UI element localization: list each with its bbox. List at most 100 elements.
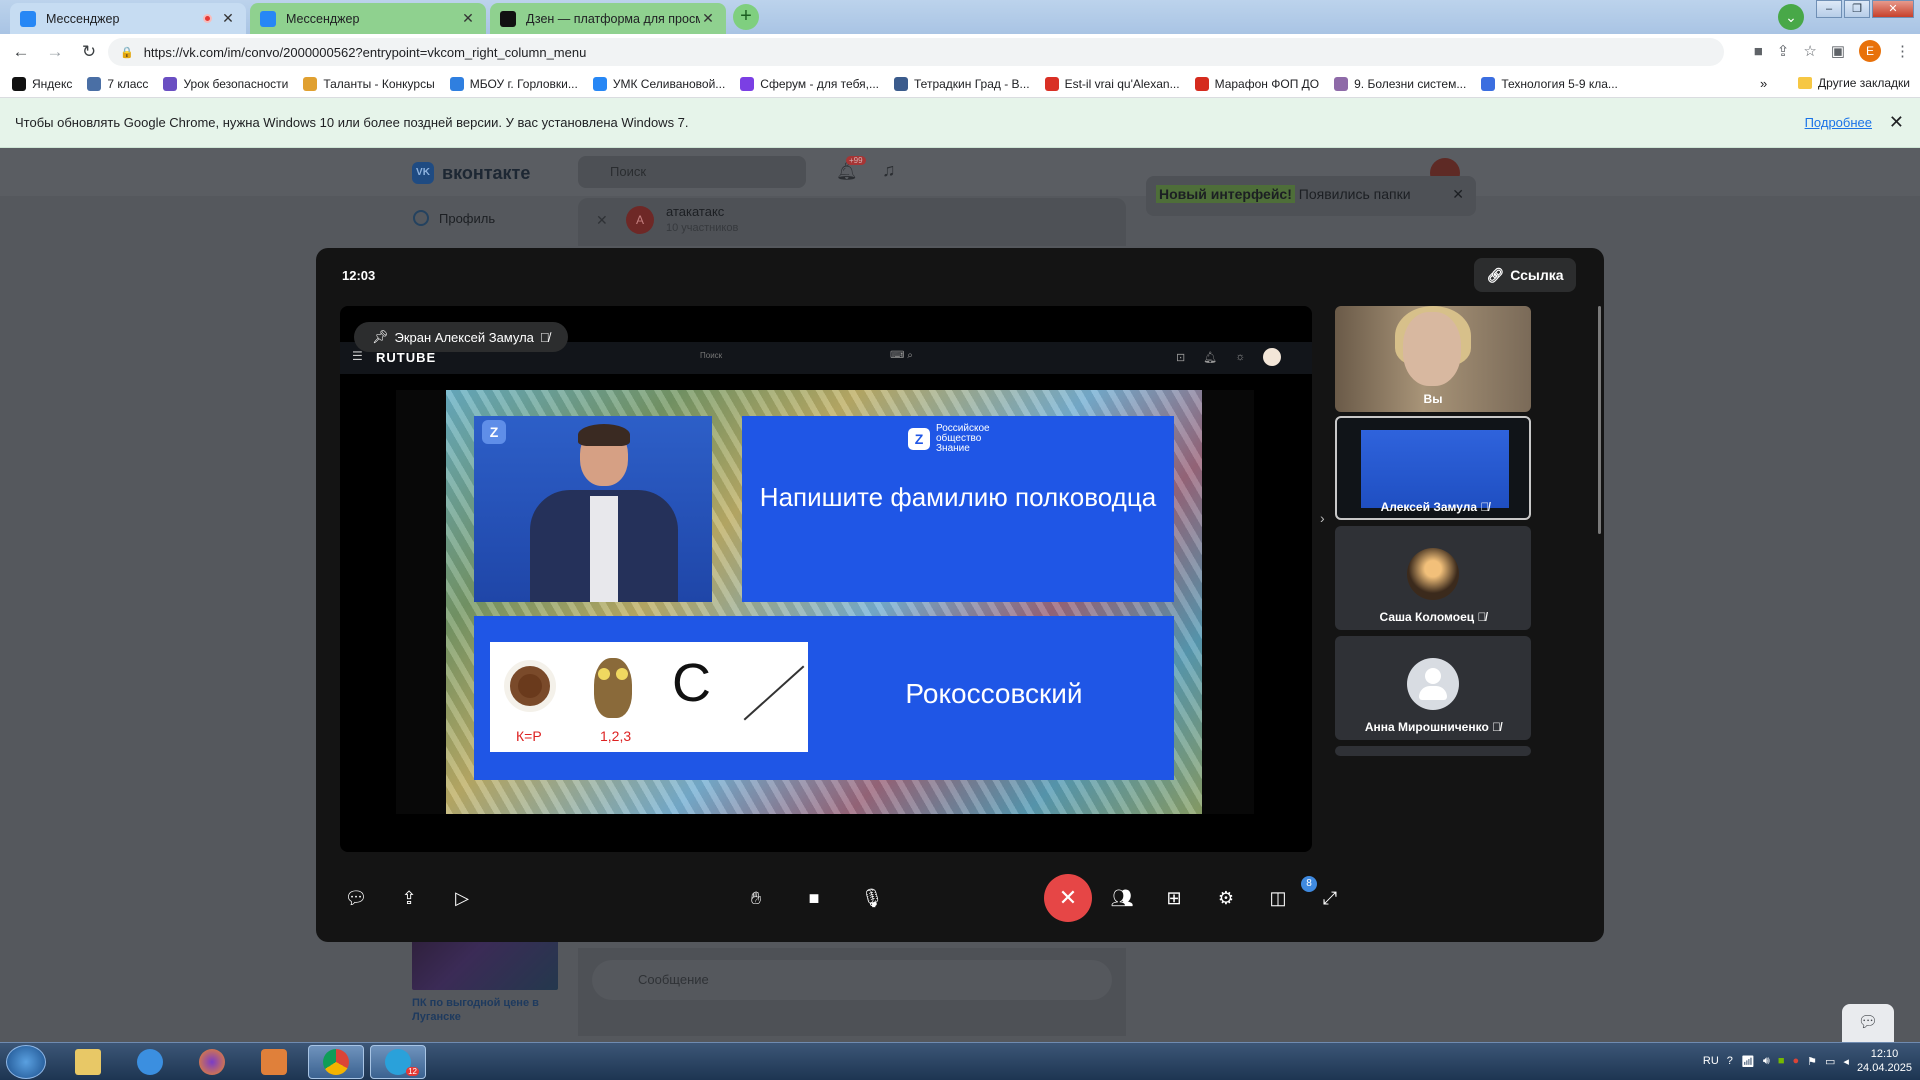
message-input[interactable]: Сообщение (592, 960, 1112, 1000)
bookmark-item[interactable]: Марафон ФОП ДО (1194, 76, 1320, 91)
close-notice-icon[interactable]: ✕ (1452, 186, 1464, 203)
folder-icon (1798, 77, 1813, 89)
volume-icon[interactable]: 🔊︎ (1763, 1055, 1770, 1068)
firefox-icon (199, 1049, 225, 1075)
bookmark-star-icon[interactable]: ☆ (1803, 42, 1816, 60)
bookmark-label: Тетрадкин Град - В... (914, 76, 1030, 91)
chrome-taskbar-button[interactable] (308, 1045, 364, 1079)
participant-tile-screen[interactable]: Алексей Замула 🎙̸ (1335, 416, 1531, 520)
infobar-message: Чтобы обновлять Google Chrome, нужна Win… (15, 115, 689, 130)
tab-messenger-1[interactable]: Мессенджер ✕ (10, 3, 246, 34)
chat-bubble-button[interactable]: 💬︎ (1842, 1004, 1894, 1042)
participant-tile[interactable] (1335, 746, 1531, 756)
tab-dzen[interactable]: Дзен — платформа для просмо ✕ (490, 3, 726, 34)
participant-tile-self[interactable]: Вы (1335, 306, 1531, 412)
infobar-more-link[interactable]: Подробнее (1805, 115, 1872, 130)
help-icon[interactable]: ? (1727, 1055, 1733, 1067)
hang-up-button[interactable]: ✕ (1044, 874, 1092, 922)
microphone-icon[interactable]: 🎙︎ (854, 880, 890, 916)
bookmark-item[interactable]: Est-il vrai qu'Alexan... (1044, 76, 1180, 91)
participant-tile[interactable]: Анна Мирошниченко 🎙̸ (1335, 636, 1531, 740)
close-window-icon[interactable]: ✕ (1872, 0, 1914, 18)
participants-icon[interactable]: 👥︎ (1104, 880, 1140, 916)
participants-scrollbar[interactable] (1598, 306, 1601, 534)
bookmark-item[interactable]: УМК Селивановой... (592, 76, 725, 91)
chevron-right-icon[interactable]: › (1320, 510, 1325, 526)
bookmark-item[interactable]: МБОУ г. Горловки... (449, 76, 578, 91)
participant-tile[interactable]: Саша Коломоец 🎙̸ (1335, 526, 1531, 630)
answer-panel: С К=Р 1,2,3 Рокоссовский (474, 616, 1174, 780)
chat-avatar: А (626, 206, 654, 234)
music-icon[interactable]: ♫ (882, 160, 896, 181)
flag-icon[interactable]: ⚑ (1807, 1055, 1817, 1068)
bookmark-label: Марафон ФОП ДО (1214, 76, 1320, 91)
tab-search-button[interactable]: ⌄ (1778, 4, 1804, 30)
close-chat-icon[interactable]: ✕ (596, 212, 608, 229)
bookmark-item[interactable]: 9. Болезни систем... (1334, 76, 1466, 91)
ie-taskbar-button[interactable] (122, 1045, 178, 1079)
menu-kebab-icon[interactable]: ⋮ (1895, 42, 1910, 60)
layout-icon[interactable]: ◫ (1260, 880, 1296, 916)
bookmark-item[interactable]: Таланты - Конкурсы (303, 76, 435, 91)
profile-avatar[interactable]: E (1859, 40, 1881, 62)
bookmark-item[interactable]: 7 класс (87, 76, 148, 91)
bell-icon[interactable]: 🔔︎ (836, 162, 858, 182)
mic-muted-icon: 🎙̸ (539, 329, 550, 345)
bookmark-item[interactable]: Урок безопасности (163, 76, 288, 91)
new-tab-button[interactable]: + (733, 4, 759, 30)
minimize-icon[interactable]: – (1816, 0, 1842, 18)
url-text: https://vk.com/im/convo/2000000562?entry… (143, 44, 587, 60)
settings-gear-icon[interactable]: ⚙︎ (1208, 880, 1244, 916)
clock[interactable]: 12:10 24.04.2025 (1857, 1047, 1912, 1075)
effects-icon[interactable]: ▷ (444, 880, 480, 916)
chrome-tray-icon[interactable]: ● (1792, 1055, 1799, 1067)
bookmark-item[interactable]: Сферум - для тебя,... (740, 76, 879, 91)
bookmarks-overflow-button[interactable]: » (1760, 76, 1767, 91)
other-bookmarks-folder[interactable]: Другие закладки (1798, 76, 1910, 90)
maximize-icon[interactable]: ❐ (1844, 0, 1870, 18)
share-screen-icon[interactable]: ⇪ (391, 880, 427, 916)
monitor-icon[interactable]: ▭ (1825, 1055, 1835, 1068)
camera-icon[interactable]: ■ (796, 880, 832, 916)
raise-hand-icon[interactable]: ✋︎ (738, 880, 774, 916)
infobar-close-icon[interactable]: ✕ (1889, 112, 1904, 133)
new-interface-notice: Новый интерфейс! Появились папки ✕ (1146, 176, 1476, 216)
close-tab-icon[interactable]: ✕ (700, 10, 716, 27)
address-bar[interactable]: 🔒 https://vk.com/im/convo/2000000562?ent… (108, 38, 1724, 66)
side-panel-icon[interactable]: ▣ (1831, 42, 1845, 60)
bookmark-item[interactable]: Яндекс (12, 76, 72, 91)
close-tab-icon[interactable]: ✕ (460, 10, 476, 27)
org-logo: Z Российское общество Знание (908, 424, 990, 454)
sidebar-item-profile[interactable]: Профиль (413, 210, 495, 226)
bookmark-item[interactable]: Тетрадкин Град - В... (894, 76, 1030, 91)
camera-in-use-icon[interactable]: ■ (1754, 43, 1763, 60)
chat-icon[interactable]: 💬︎ (338, 880, 374, 916)
fullscreen-icon[interactable]: ⤢ (1312, 880, 1348, 916)
bookmark-item[interactable]: Технология 5-9 кла... (1481, 76, 1618, 91)
media-player-taskbar-button[interactable] (246, 1045, 302, 1079)
share-icon[interactable]: ⇪ (1777, 42, 1790, 60)
speaker-icon[interactable]: ◂ (1843, 1055, 1849, 1068)
forward-icon[interactable]: → (42, 42, 68, 62)
participant-name-row: Саша Коломоец 🎙̸ (1335, 610, 1531, 624)
firefox-taskbar-button[interactable] (184, 1045, 240, 1079)
vk-search-input[interactable]: Поиск (578, 156, 806, 188)
network-icon[interactable]: 📶︎ (1741, 1055, 1755, 1068)
reload-icon[interactable]: ↻ (76, 42, 102, 62)
back-icon[interactable]: ← (8, 42, 34, 62)
close-tab-icon[interactable]: ✕ (220, 10, 236, 27)
pinned-screen-chip[interactable]: 📌︎ Экран Алексей Замула 🎙̸ (354, 322, 568, 352)
tab-messenger-2[interactable]: Мессенджер ✕ (250, 3, 486, 34)
chat-name[interactable]: атакатакс (666, 204, 724, 219)
znanie-logo-icon: Z (908, 428, 930, 450)
call-link-button[interactable]: 🔗︎ Ссылка (1474, 258, 1576, 292)
explorer-taskbar-button[interactable] (60, 1045, 116, 1079)
vk-logo[interactable]: VK вконтакте (412, 162, 530, 184)
grid-view-icon[interactable]: ⊞ (1156, 880, 1192, 916)
nvidia-icon[interactable]: ■ (1778, 1055, 1785, 1067)
language-indicator[interactable]: RU (1703, 1055, 1719, 1067)
sidebar-ad[interactable]: ПК по выгодной цене в Луганске (412, 932, 558, 1042)
start-button[interactable] (6, 1045, 46, 1079)
link-icon: 🔗︎ (1486, 266, 1505, 283)
telegram-taskbar-button[interactable]: 12 (370, 1045, 426, 1079)
